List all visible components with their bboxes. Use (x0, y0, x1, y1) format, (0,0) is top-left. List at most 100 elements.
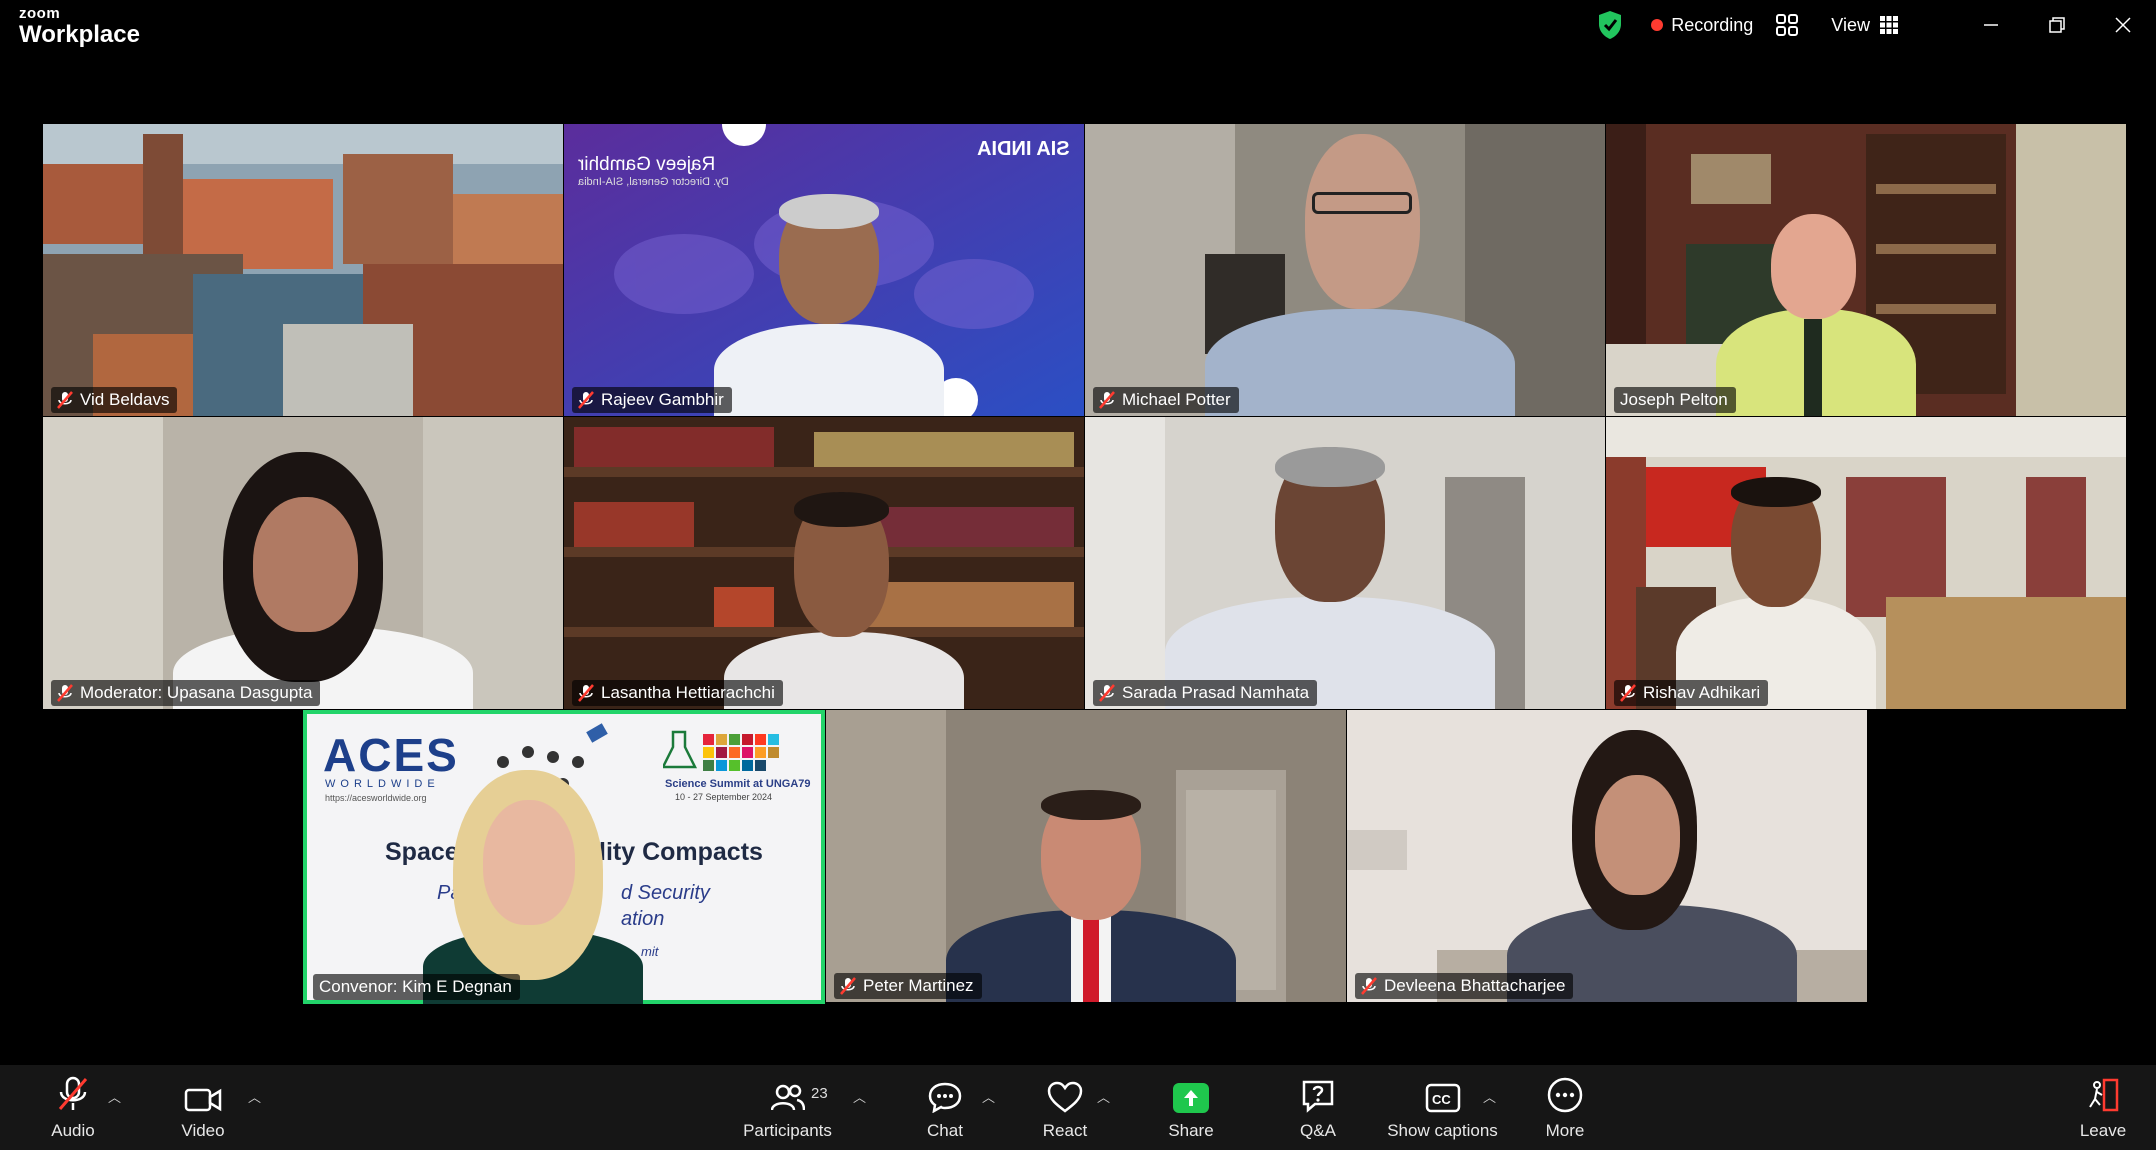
recording-dot-icon (1651, 19, 1664, 31)
video-camera-icon (184, 1088, 222, 1112)
participant-name-tag: Lasantha Hettiarachchi (572, 680, 783, 706)
audio-options-chevron-icon[interactable]: ︿ (108, 1087, 121, 1106)
react-label: React (1042, 1121, 1088, 1140)
participants-count: 23 (811, 1085, 828, 1102)
leave-meeting-button[interactable]: Leave (2068, 1065, 2138, 1150)
summit-title: Science Summit at UNGA79 (665, 778, 811, 790)
summit-dates: 10 - 27 September 2024 (675, 792, 773, 802)
video-tile-vid-beldavs[interactable]: Vid Beldavs (43, 124, 563, 416)
share-label: Share (1168, 1121, 1214, 1140)
closed-captions-icon: CC (1425, 1083, 1460, 1113)
participant-name-tag: Convenor: Kim E Degnan (313, 974, 520, 1000)
restore-button[interactable] (2024, 0, 2090, 50)
participant-name-tag: Rajeev Gambhir (572, 387, 732, 413)
participants-options-chevron-icon[interactable]: ︿ (853, 1087, 866, 1106)
city-background (43, 124, 563, 416)
sia-india-logo: SIA INDIA (977, 138, 1070, 160)
view-button[interactable]: View (1831, 15, 1898, 36)
video-tile-lasantha-hettiarachchi[interactable]: Lasantha Hettiarachchi (564, 417, 1084, 709)
chat-button[interactable]: Chat (910, 1065, 980, 1150)
muted-mic-icon (57, 391, 73, 409)
aces-url: https://acesworldwide.org (325, 793, 427, 803)
video-tile-michael-potter[interactable]: Michael Potter (1085, 124, 1605, 416)
react-button[interactable]: React (1030, 1065, 1100, 1150)
muted-mic-icon (1620, 684, 1636, 702)
more-label: More (1545, 1121, 1585, 1140)
share-screen-icon (1173, 1083, 1209, 1113)
muted-microphone-icon (58, 1076, 88, 1110)
brand-bottom: Workplace (19, 21, 140, 48)
qa-label: Q&A (1300, 1121, 1336, 1140)
react-options-chevron-icon[interactable]: ︿ (1097, 1087, 1110, 1106)
more-button[interactable]: More (1530, 1065, 1600, 1150)
grid-view-icon (1880, 16, 1898, 34)
video-tile-kim-degnan[interactable]: ACES WORLDWIDE https://acesworldwide.org… (303, 710, 825, 1004)
title-bar: zoom Workplace Recording View (0, 0, 2156, 56)
muted-mic-icon (1099, 391, 1115, 409)
restore-icon (2049, 17, 2065, 33)
brand-top: zoom (19, 5, 61, 22)
gallery-layout-icon[interactable] (1775, 13, 1799, 37)
participant-name: Vid Beldavs (80, 390, 170, 409)
sdg-logo-graphic (663, 730, 779, 771)
video-tile-upasana-dasgupta[interactable]: Moderator: Upasana Dasgupta (43, 417, 563, 709)
participants-label: Participants (743, 1121, 832, 1140)
banner-name: Rajeev Gambhir (578, 154, 716, 175)
audio-button[interactable]: Audio (38, 1065, 108, 1150)
participant-name-tag: Devleena Bhattacharjee (1355, 973, 1574, 999)
muted-mic-icon (840, 977, 856, 995)
participant-name-tag: Peter Martinez (834, 973, 982, 999)
leave-door-icon (2089, 1078, 2119, 1112)
close-window-button[interactable] (2090, 0, 2156, 50)
participants-icon (770, 1084, 805, 1111)
muted-mic-icon (57, 684, 73, 702)
minimize-button[interactable] (1958, 0, 2024, 50)
participant-name: Michael Potter (1122, 390, 1231, 409)
participant-name-tag: Vid Beldavs (51, 387, 178, 413)
muted-mic-icon (578, 391, 594, 409)
banner-title: Dy. Director General, SIA-India (578, 176, 729, 188)
participant-name: Sarada Prasad Namhata (1122, 683, 1310, 702)
participant-name-tag: Rishav Adhikari (1614, 680, 1769, 706)
muted-mic-icon (1099, 684, 1115, 702)
participant-name-tag: Moderator: Upasana Dasgupta (51, 680, 321, 706)
show-captions-button[interactable]: CC Show captions (1380, 1065, 1505, 1150)
video-tile-peter-martinez[interactable]: Peter Martinez (826, 710, 1346, 1002)
qa-button[interactable]: Q&A (1283, 1065, 1353, 1150)
share-button[interactable]: Share (1156, 1065, 1226, 1150)
video-label: Video (181, 1121, 225, 1140)
app-logo: zoom Workplace (19, 6, 140, 47)
slide-line4: mit (641, 944, 659, 959)
video-tile-rishav-adhikari[interactable]: Rishav Adhikari (1606, 417, 2126, 709)
participant-name: Lasantha Hettiarachchi (601, 683, 775, 702)
participant-name: Devleena Bhattacharjee (1384, 976, 1566, 995)
chat-options-chevron-icon[interactable]: ︿ (982, 1087, 995, 1106)
heart-react-icon (1047, 1081, 1083, 1113)
video-button[interactable]: Video (168, 1065, 238, 1150)
participant-name-tag: Joseph Pelton (1614, 387, 1736, 413)
audio-label: Audio (51, 1121, 95, 1140)
video-tile-rajeev-gambhir[interactable]: Rajeev Gambhir Dy. Director General, SIA… (564, 124, 1084, 416)
video-tile-sarada-prasad-namhata[interactable]: Sarada Prasad Namhata (1085, 417, 1605, 709)
aces-logo: ACES (323, 729, 459, 781)
participant-name: Convenor: Kim E Degnan (319, 977, 512, 996)
video-options-chevron-icon[interactable]: ︿ (248, 1087, 261, 1106)
show-captions-label: Show captions (1387, 1121, 1498, 1140)
aces-subtitle: WORLDWIDE (325, 778, 440, 790)
slide-title-right: lity Compacts (599, 838, 763, 866)
recording-label: Recording (1671, 14, 1754, 35)
video-tile-joseph-pelton[interactable]: Joseph Pelton (1606, 124, 2126, 416)
participant-name: Rishav Adhikari (1643, 683, 1761, 702)
muted-mic-icon (1361, 977, 1377, 995)
participant-name: Joseph Pelton (1620, 390, 1728, 409)
slide-line3: ation (621, 908, 665, 930)
participant-name: Peter Martinez (863, 976, 974, 995)
video-tile-devleena-bhattacharjee[interactable]: Devleena Bhattacharjee (1347, 710, 1867, 1002)
participant-name-tag: Sarada Prasad Namhata (1093, 680, 1318, 706)
more-ellipsis-icon (1547, 1077, 1583, 1113)
participant-name-tag: Michael Potter (1093, 387, 1239, 413)
encryption-shield-icon[interactable] (1597, 10, 1623, 40)
captions-options-chevron-icon[interactable]: ︿ (1483, 1087, 1496, 1106)
recording-indicator[interactable]: Recording (1651, 15, 1753, 36)
participants-button[interactable]: Participants (735, 1065, 840, 1150)
